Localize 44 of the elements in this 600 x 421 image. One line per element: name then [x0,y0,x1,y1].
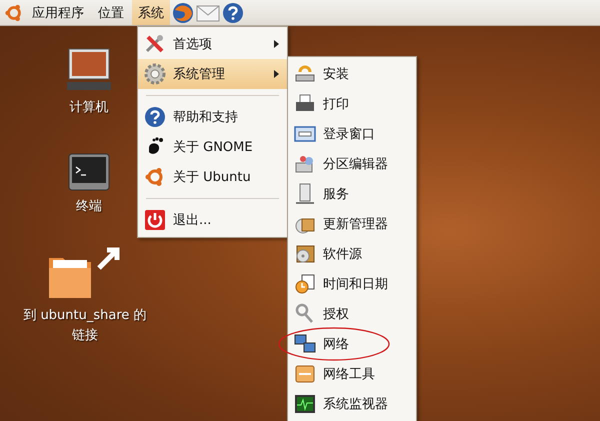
menu-item[interactable]: 服务 [288,179,416,209]
gear-icon [144,63,166,85]
submenu-arrow-icon [274,40,279,48]
menu-item[interactable]: 安装 [288,59,416,89]
menu-item[interactable]: 更新管理器 [288,209,416,239]
panel-menu[interactable]: 系统 [132,0,170,25]
menu-item[interactable]: 分区编辑器 [288,149,416,179]
menu-item[interactable]: 软件源 [288,239,416,269]
icon-label: 计算机 [70,99,108,117]
submenu-arrow-icon [274,70,279,78]
icon-label: 链接 [72,327,98,345]
menu-item[interactable]: 退出... [138,205,287,235]
menu-item[interactable]: 登录窗口 [288,119,416,149]
panel-menu[interactable]: 应用程序 [26,0,90,25]
menu-item[interactable]: 关于 Ubuntu [138,162,287,192]
menu-item[interactable]: 网络 [288,329,416,359]
power-icon [144,209,166,231]
menu-item[interactable]: 授权 [288,299,416,329]
computer-icon[interactable] [66,48,112,92]
server-icon [294,183,316,205]
cd-icon [294,243,316,265]
menu-item[interactable]: 帮助和支持 [138,102,287,132]
help-icon[interactable] [222,2,244,24]
globe-icon[interactable] [172,2,194,24]
envelope-icon[interactable] [196,2,220,22]
menu-item[interactable]: 打印 [288,89,416,119]
clock-calendar-icon [294,273,316,295]
menu-item[interactable]: 网络工具 [288,359,416,389]
menu-item[interactable]: 首选项 [138,29,287,59]
help-icon [144,106,166,128]
menu-item[interactable]: 系统监视器 [288,389,416,419]
icon-label: 终端 [76,198,102,216]
drive-icon [294,153,316,175]
menu-item[interactable]: 时间和日期 [288,269,416,299]
wrench-screwdriver-icon [144,33,166,55]
monitor-chart-icon [294,393,316,415]
network-panel-icon [294,363,316,385]
panel-menu[interactable]: 位置 [92,0,130,25]
logo-icon[interactable] [4,2,24,22]
menu-item[interactable]: 关于 GNOME [138,132,287,162]
menu-item[interactable]: 系统管理 [138,59,287,89]
computers-icon [294,333,316,355]
icon-label: 到 ubuntu_share 的 [23,307,147,325]
terminal-icon[interactable] [68,153,110,191]
